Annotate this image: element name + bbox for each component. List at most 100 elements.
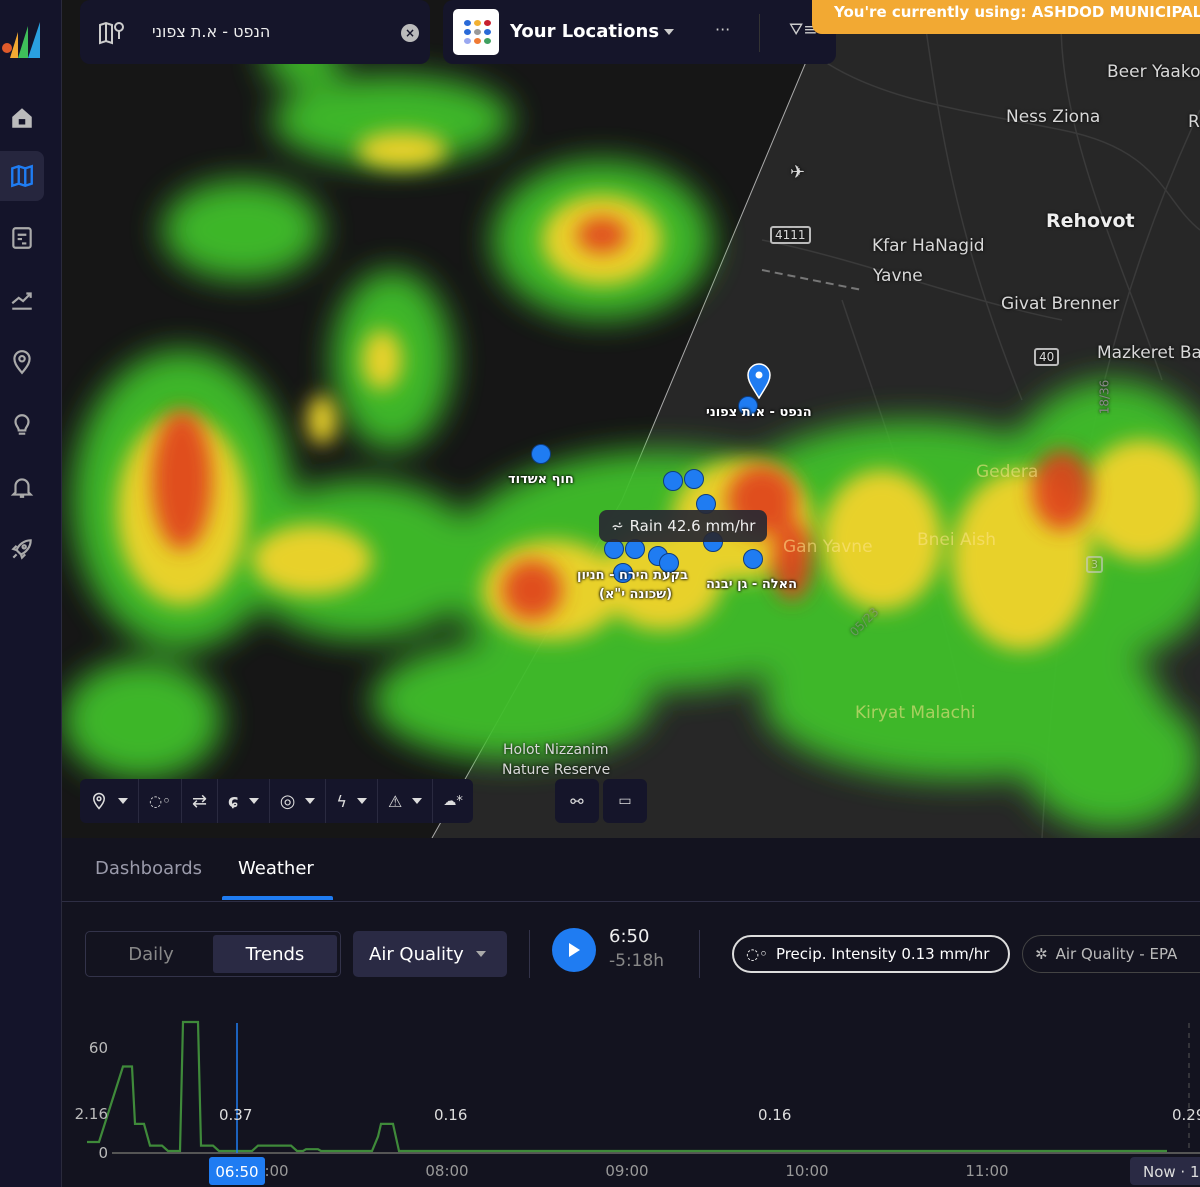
location-marker[interactable] xyxy=(625,539,645,559)
sidebar-item-home[interactable] xyxy=(0,93,44,143)
chevron-down-icon[interactable] xyxy=(664,29,674,35)
your-locations-dropdown[interactable]: Your Locations xyxy=(510,21,659,42)
tab-weather[interactable]: Weather xyxy=(238,858,314,879)
place-label: Kfar HaNagid xyxy=(872,236,985,256)
search-input[interactable]: הנפט - א.ת צפוני xyxy=(152,22,270,41)
route-icon: ⚯ xyxy=(570,791,584,811)
radar-layer-button[interactable]: ◎ xyxy=(270,779,327,823)
clear-search-icon[interactable]: × xyxy=(401,24,419,42)
lightning-layer-button[interactable]: ϟ xyxy=(326,779,378,823)
air-quality-pill[interactable]: ✲ Air Quality - EPA xyxy=(1022,935,1200,973)
location-marker[interactable] xyxy=(531,444,551,464)
alerts-layer-button[interactable]: ⚠ xyxy=(378,779,434,823)
location-search[interactable]: הנפט - א.ת צפוני × xyxy=(80,0,430,64)
location-marker[interactable] xyxy=(663,471,683,491)
x-tick-label: 10:00 xyxy=(785,1162,828,1180)
rain-icon: ⩫ xyxy=(611,517,624,535)
place-label: Bnei Aish xyxy=(917,530,997,550)
metric-dropdown[interactable]: Air Quality xyxy=(353,931,507,977)
sidebar-item-reports[interactable] xyxy=(0,213,44,263)
chevron-down-icon xyxy=(118,798,128,804)
radar-icon: ◎ xyxy=(279,790,296,812)
snow-layer-button[interactable]: ☁* xyxy=(433,779,473,823)
weather-map[interactable]: Beer Yaakov Ness Ziona R Rehovot Kfar Ha… xyxy=(62,0,1200,838)
pill-label: Precip. Intensity 0.13 mm/hr xyxy=(775,945,990,963)
warning-icon: ⚠ xyxy=(387,791,403,811)
hurricane-icon: ɕ xyxy=(228,790,239,812)
sidebar-item-insights[interactable] xyxy=(0,400,44,450)
y-tick-label: 2.16 xyxy=(75,1105,108,1123)
sidebar-item-launch[interactable] xyxy=(0,524,44,574)
time-offset: -5:18h xyxy=(609,951,665,971)
sidebar-item-locations[interactable] xyxy=(0,337,44,387)
measure-route-button[interactable]: ⚯ xyxy=(555,779,599,823)
place-label: R xyxy=(1188,112,1200,132)
location-label: חוף אשדוד xyxy=(508,472,574,487)
location-label: הנפט - א.ת צפוני xyxy=(706,405,812,420)
y-tick-label: 60 xyxy=(89,1039,108,1057)
precip-intensity-pill[interactable]: ◌◦ Precip. Intensity 0.13 mm/hr xyxy=(732,935,1010,973)
trends-toggle[interactable]: Trends xyxy=(213,935,337,973)
location-pin-icon xyxy=(13,350,31,375)
lightbulb-icon xyxy=(14,414,30,435)
place-label: Givat Brenner xyxy=(1001,294,1120,314)
trend-icon xyxy=(11,292,32,310)
map-icon xyxy=(11,164,33,188)
place-label: Gan Yavne xyxy=(783,537,873,557)
ruler-button[interactable]: ▭ xyxy=(603,779,647,823)
value-annotation: 0.29 xyxy=(1172,1106,1200,1124)
locations-grid-icon[interactable] xyxy=(453,9,499,55)
location-label: האלה - גן יבנה xyxy=(706,577,798,592)
location-marker[interactable] xyxy=(684,469,704,489)
view-toggle: Daily Trends xyxy=(85,931,341,977)
chevron-down-icon xyxy=(475,951,486,957)
cloud-snow-icon: ☁* xyxy=(443,793,463,809)
trend-chart[interactable]: 02.166007:00 08:00 09:00 10:00 11:000.37 0.16… xyxy=(62,998,1200,1187)
sidebar-item-alerts[interactable] xyxy=(0,462,44,512)
place-label: Nature Reserve xyxy=(502,762,611,778)
droplets-icon: ◌◦ xyxy=(746,945,768,963)
place-label: Yavne xyxy=(873,266,923,286)
value-annotation: 0.16 xyxy=(434,1106,467,1124)
location-marker[interactable] xyxy=(604,539,624,559)
ruler-icon: ▭ xyxy=(618,793,632,809)
play-button[interactable] xyxy=(552,928,596,972)
precipitation-layer-button[interactable]: ◌◦ xyxy=(139,779,182,823)
now-label: Now · 1 xyxy=(1143,1163,1200,1181)
place-label: Gedera xyxy=(976,462,1039,482)
place-label: Mazkeret Batya xyxy=(1097,343,1200,363)
map-search-icon xyxy=(99,21,124,45)
x-tick-label: 11:00 xyxy=(965,1162,1008,1180)
account-banner: You're currently using: ASHDOD MUNICIPAL… xyxy=(812,0,1200,34)
runway-label: 18/36 xyxy=(1097,379,1112,415)
sidebar-item-map[interactable] xyxy=(0,151,44,201)
tab-dashboards[interactable]: Dashboards xyxy=(95,858,202,879)
location-label: בקעת הירח - חניון xyxy=(577,568,689,583)
selected-location-pin-icon[interactable] xyxy=(746,363,772,399)
your-locations-bar: Your Locations ··· ⛛≡ xyxy=(443,0,836,64)
place-label: Kiryat Malachi xyxy=(855,703,976,723)
road-shield: 4111 xyxy=(770,226,811,244)
droplets-icon: ◌◦ xyxy=(149,792,171,810)
road-shield: 40 xyxy=(1034,348,1060,366)
place-label: Ness Ziona xyxy=(1006,107,1101,127)
location-label: (שכונה י"א) xyxy=(599,587,673,602)
tooltip-text: Rain 42.6 mm/hr xyxy=(629,517,756,535)
fan-icon: ✲ xyxy=(1035,945,1048,963)
rocket-icon xyxy=(11,539,32,560)
location-marker[interactable] xyxy=(743,549,763,569)
lightning-icon: ϟ xyxy=(336,791,347,811)
sidebar-item-trends[interactable] xyxy=(0,275,44,325)
locations-layer-button[interactable] xyxy=(80,779,139,823)
wind-icon: ⇄ xyxy=(191,790,208,812)
place-label: Rehovot xyxy=(1046,210,1135,232)
wind-layer-button[interactable]: ⇄ xyxy=(182,779,219,823)
value-annotation: 0.16 xyxy=(758,1106,791,1124)
current-time: 6:50 xyxy=(609,926,650,947)
hurricane-layer-button[interactable]: ɕ xyxy=(218,779,270,823)
place-label: Holot Nizzanim xyxy=(503,742,609,758)
play-icon xyxy=(569,943,580,957)
more-options-button[interactable]: ··· xyxy=(715,20,730,39)
daily-toggle[interactable]: Daily xyxy=(89,935,213,973)
bottom-panel: Dashboards Weather Daily Trends Air Qual… xyxy=(62,838,1200,1187)
